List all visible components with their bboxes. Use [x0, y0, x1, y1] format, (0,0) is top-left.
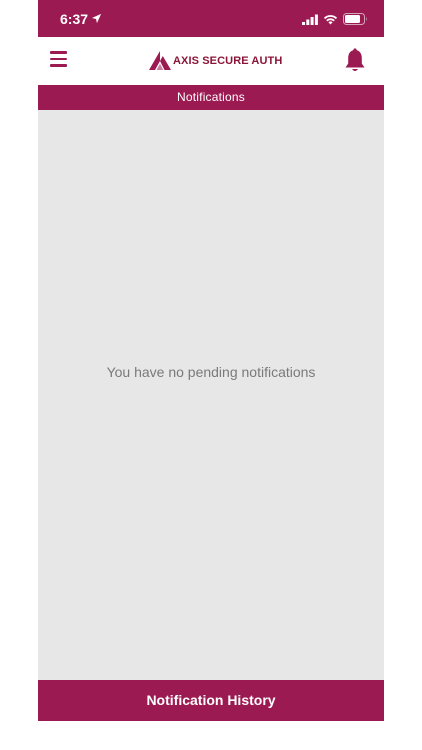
notifications-header: Notifications: [38, 85, 384, 110]
wifi-icon: [323, 14, 338, 24]
battery-icon: [343, 13, 367, 25]
bell-icon[interactable]: [344, 48, 366, 74]
status-bar: 6:37: [38, 0, 384, 37]
axis-bank-logo-icon: [149, 51, 171, 70]
empty-state-message: You have no pending notifications: [106, 364, 316, 380]
notifications-content: You have no pending notifications: [38, 110, 384, 680]
status-icons: [302, 13, 368, 25]
brand-name: AXIS SECURE AUTH: [173, 55, 283, 67]
app-screen: 6:37 AXIS SECURE AUTH Notifications You …: [38, 0, 384, 750]
hamburger-menu-icon[interactable]: [50, 51, 68, 71]
app-bar: AXIS SECURE AUTH: [38, 37, 384, 85]
location-arrow-icon: [91, 13, 102, 24]
notification-history-button[interactable]: Notification History: [38, 680, 384, 721]
cellular-signal-icon: [302, 14, 318, 25]
brand-logo-title: AXIS SECURE AUTH: [148, 51, 282, 71]
status-time: 6:37: [60, 11, 89, 27]
